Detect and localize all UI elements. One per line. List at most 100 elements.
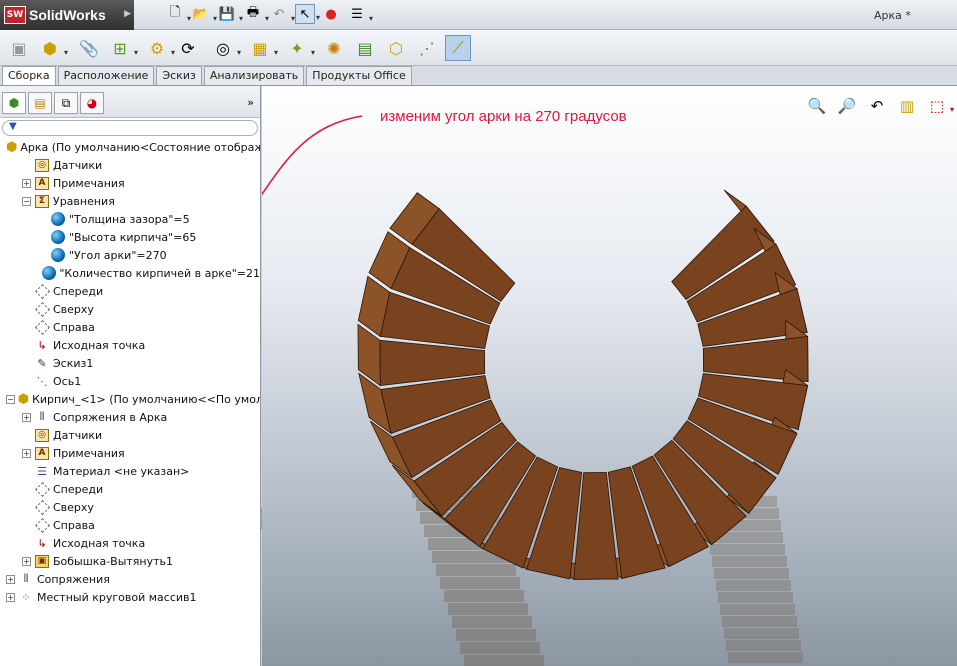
- mate-paperclip-icon[interactable]: 📎: [76, 35, 102, 61]
- tab-evaluate[interactable]: Анализировать: [203, 66, 305, 85]
- assembly-features-icon[interactable]: ▦: [247, 35, 278, 61]
- tree-node[interactable]: ⋱ Ось1: [0, 372, 260, 390]
- filter-icon[interactable]: ▼: [9, 121, 17, 132]
- tree-node[interactable]: + ▣ Бобышка-Вытянуть1: [0, 552, 260, 570]
- undo-icon[interactable]: ↶: [269, 4, 295, 24]
- save-icon[interactable]: 💾: [217, 4, 243, 24]
- tree-node[interactable]: ↳ Исходная точка: [0, 336, 260, 354]
- tree-node-label: Примечания: [53, 176, 125, 190]
- sensor-icon: ◎: [34, 427, 50, 443]
- origin-icon: ↳: [37, 536, 47, 550]
- globe-icon: [50, 211, 66, 227]
- more-tabs-chevron-icon[interactable]: »: [247, 96, 254, 109]
- tree-node[interactable]: + ⫴ Сопряжения в Арка: [0, 408, 260, 426]
- equation-icon: Σ: [34, 193, 50, 209]
- expand-toggle-icon[interactable]: +: [6, 592, 15, 602]
- tree-node[interactable]: "Угол арки"=270: [0, 246, 260, 264]
- linear-pattern-icon[interactable]: ⊞: [107, 35, 138, 61]
- expand-toggle-icon[interactable]: +: [22, 448, 31, 458]
- tree-node[interactable]: + ⫴ Сопряжения: [0, 570, 260, 588]
- tree-node[interactable]: ☰ Материал <не указан>: [0, 462, 260, 480]
- tab-office-products[interactable]: Продукты Office: [306, 66, 412, 85]
- tree-node[interactable]: Сверху: [0, 498, 260, 516]
- title-bar: SW SolidWorks ▶ 🗋 📂 💾 🖶 ↶ ↖ ● ☰ Арка *: [0, 0, 957, 30]
- select-pointer-icon[interactable]: ↖: [295, 4, 320, 24]
- tree-node[interactable]: − ⬢ Кирпич_<1> (По умолчанию<<По умол: [0, 390, 260, 408]
- tree-node-label: Спереди: [53, 284, 104, 298]
- tree-node[interactable]: ◎ Датчики: [0, 426, 260, 444]
- new-motion-study-icon[interactable]: ✺: [321, 35, 347, 61]
- tree-node[interactable]: "Толщина зазора"=5: [0, 210, 260, 228]
- expand-toggle-icon[interactable]: +: [22, 412, 31, 422]
- zoom-area-icon[interactable]: 🔎: [835, 94, 859, 118]
- tree-node-label: Примечания: [53, 446, 125, 460]
- tree-node[interactable]: + ⁘ Местный круговой массив1: [0, 588, 260, 606]
- tab-sketch[interactable]: Эскиз: [156, 66, 202, 85]
- reflection-shape: [720, 604, 795, 615]
- tree-node[interactable]: "Количество кирпичей в арке"=21: [0, 264, 260, 282]
- tree-node-label: Исходная точка: [53, 338, 146, 352]
- move-component-icon[interactable]: ⟳: [175, 35, 201, 61]
- tree-node[interactable]: ✎ Эскиз1: [0, 354, 260, 372]
- tree-node[interactable]: + A Примечания: [0, 444, 260, 462]
- display-manager-tab-icon[interactable]: ◕: [80, 92, 104, 114]
- section-view-icon[interactable]: ▥: [895, 94, 919, 118]
- tab-layout[interactable]: Расположение: [57, 66, 155, 85]
- mates-icon: ⫴: [23, 572, 29, 585]
- print-icon[interactable]: 🖶: [243, 4, 269, 24]
- exploded-view-icon[interactable]: ⬡: [383, 35, 409, 61]
- expand-toggle-icon[interactable]: −: [22, 196, 31, 206]
- previous-view-icon[interactable]: ↶: [865, 94, 889, 118]
- tree-node[interactable]: Справа: [0, 516, 260, 534]
- tree-node-label: Бобышка-Вытянуть1: [53, 554, 174, 568]
- tree-node[interactable]: + A Примечания: [0, 174, 260, 192]
- tree-node[interactable]: Сверху: [0, 300, 260, 318]
- tree-node-label: "Количество кирпичей в арке"=21: [59, 266, 260, 280]
- tree-node-label: Сверху: [53, 500, 94, 514]
- reflection-shape: [448, 603, 528, 615]
- sensor-icon: ◎: [34, 157, 50, 173]
- reference-geometry-icon[interactable]: ✦: [284, 35, 315, 61]
- explode-line-sketch-icon[interactable]: ⋰: [414, 35, 440, 61]
- feature-manager-tab-icon[interactable]: ⬢: [2, 92, 26, 114]
- insert-component-2-icon[interactable]: ⬢: [37, 35, 68, 61]
- menu-arrow-icon[interactable]: ▶: [124, 9, 131, 19]
- open-folder-icon[interactable]: 📂: [191, 4, 217, 24]
- tree-node[interactable]: Спереди: [0, 282, 260, 300]
- configuration-manager-tab-icon[interactable]: ⧉: [54, 92, 78, 114]
- tree-node[interactable]: "Высота кирпича"=65: [0, 228, 260, 246]
- rebuild-traffic-light-icon[interactable]: ●: [321, 4, 341, 24]
- tree-node[interactable]: ◎ Датчики: [0, 156, 260, 174]
- graphics-viewport[interactable]: изменим угол арки на 270 градусов 🔍 🔎 ↶ …: [262, 86, 957, 666]
- view-orientation-icon[interactable]: ⬚: [925, 94, 954, 118]
- show-hidden-icon[interactable]: ◎: [210, 35, 241, 61]
- expand-toggle-icon[interactable]: −: [6, 394, 15, 404]
- reflection-shape: [718, 592, 793, 603]
- bill-of-materials-icon[interactable]: ▤: [352, 35, 378, 61]
- tree-filter[interactable]: ▼: [2, 120, 258, 136]
- arch-model[interactable]: [262, 86, 957, 666]
- new-document-icon[interactable]: 🗋: [165, 4, 191, 24]
- tab-assembly[interactable]: Сборка: [2, 66, 56, 85]
- tree-node-label: Кирпич_<1> (По умолчанию<<По умол: [32, 392, 260, 406]
- expand-toggle-icon[interactable]: +: [22, 178, 31, 188]
- tree-node[interactable]: − Σ Уравнения: [0, 192, 260, 210]
- tree-node[interactable]: Спереди: [0, 480, 260, 498]
- reflection-shape: [728, 652, 803, 663]
- zoom-to-fit-icon[interactable]: 🔍: [805, 94, 829, 118]
- property-manager-tab-icon[interactable]: ▤: [28, 92, 52, 114]
- tree-node[interactable]: ↳ Исходная точка: [0, 534, 260, 552]
- material-icon: ☰: [37, 464, 47, 478]
- expand-toggle-icon[interactable]: +: [6, 574, 15, 584]
- smart-fasteners-icon[interactable]: ⚙: [144, 35, 175, 61]
- tree-node-label: Сопряжения в Арка: [53, 410, 168, 424]
- expand-toggle-icon[interactable]: +: [22, 556, 31, 566]
- tree-node[interactable]: Справа: [0, 318, 260, 336]
- solidworks-logo[interactable]: SW SolidWorks ▶: [0, 0, 134, 30]
- options-icon[interactable]: ☰: [347, 4, 373, 24]
- axis-icon: ⋱: [36, 374, 48, 388]
- insert-component-icon[interactable]: ▣: [6, 35, 32, 61]
- instant3d-icon[interactable]: ⟋: [445, 35, 471, 61]
- tree-node[interactable]: ⬢ Арка (По умолчанию<Состояние отображ: [0, 138, 260, 156]
- tree-node-label: "Высота кирпича"=65: [69, 230, 197, 244]
